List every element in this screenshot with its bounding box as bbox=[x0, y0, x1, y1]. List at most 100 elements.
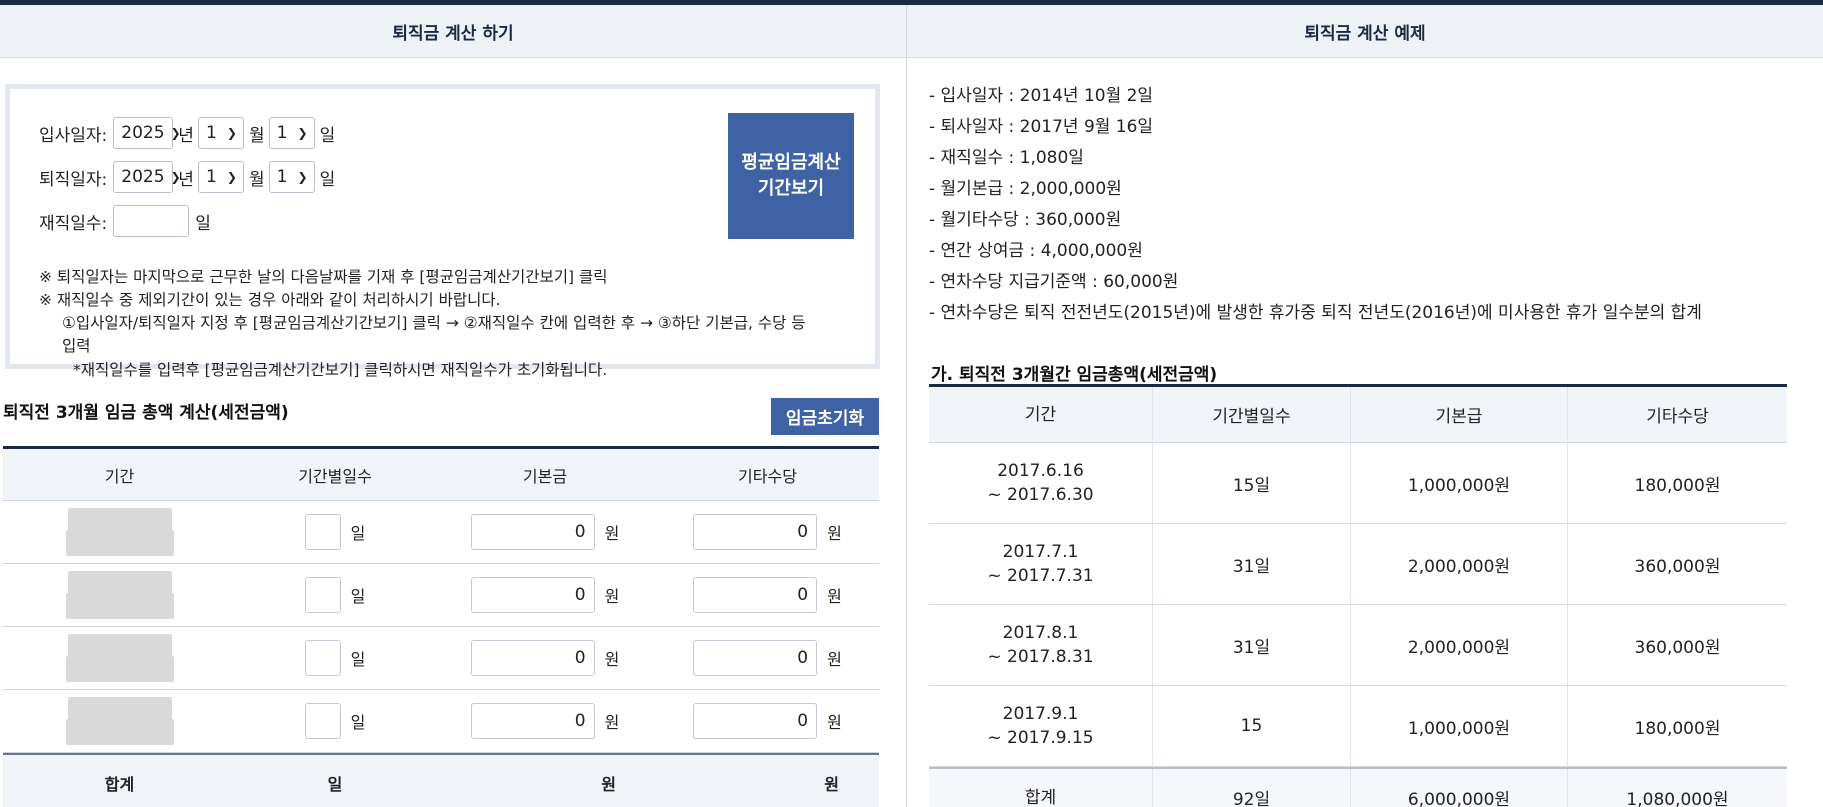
list-item: - 재직일수 : 1,080일 bbox=[929, 148, 1084, 168]
reset-note: *재직일수를 입력후 [평균임금계산기간보기] 클릭하시면 재직일수가 초기화됩… bbox=[73, 361, 608, 379]
basic-pay-input[interactable]: 0 bbox=[470, 703, 595, 739]
period-days-input[interactable] bbox=[304, 640, 341, 676]
column-header: 기간 bbox=[929, 387, 1153, 442]
period-placeholder bbox=[65, 506, 174, 558]
day-unit: 일 bbox=[319, 125, 336, 146]
column-header: 기타수당 bbox=[738, 466, 797, 486]
column-header: 기본급 bbox=[1351, 387, 1568, 442]
month-unit: 월 bbox=[248, 125, 265, 146]
period-cell: 2017.6.16 ~ 2017.6.30 bbox=[929, 443, 1153, 523]
period-placeholder bbox=[65, 695, 174, 747]
service-days-row: 재직일수: 일 bbox=[39, 205, 211, 237]
other-allowance-input[interactable]: 0 bbox=[693, 703, 818, 739]
service-days-input[interactable] bbox=[113, 205, 190, 237]
day-unit: 일 bbox=[319, 169, 336, 190]
list-item: - 퇴사일자 : 2017년 9월 16일 bbox=[929, 117, 1154, 137]
total-other: 1,080,000원 bbox=[1626, 790, 1729, 807]
join-date-row: 입사일자: 2025 ❯ 년 1 ❯ 월 1 ❯ 일 bbox=[39, 117, 339, 149]
period-cell: 2017.9.1 ~ 2017.9.15 bbox=[929, 686, 1153, 766]
total-basic: 6,000,000원 bbox=[1351, 769, 1568, 807]
example-panel-title: 퇴직금 계산 예제 bbox=[907, 5, 1823, 58]
table-row: 2017.7.1 ~ 2017.7.31 31일 2,000,000원 360,0… bbox=[929, 524, 1787, 605]
table-row: 일 0원 0원 bbox=[3, 690, 879, 753]
basic-pay-input[interactable]: 0 bbox=[470, 640, 595, 676]
list-item: - 연차수당은 퇴직 전전년도(2015년)에 발생한 휴가중 퇴직 전년도(2… bbox=[929, 303, 1702, 323]
chevron-down-icon: ❯ bbox=[297, 126, 308, 140]
table-row: 일 0원 0원 bbox=[3, 501, 879, 564]
period-days-input[interactable] bbox=[304, 577, 341, 613]
column-header: 기타수당 bbox=[1646, 407, 1709, 427]
leave-day-select[interactable]: 1 ❯ bbox=[268, 161, 315, 193]
wage-reset-button[interactable]: 임금초기화 bbox=[771, 398, 879, 435]
list-item: - 입사일자 : 2014년 10월 2일 bbox=[929, 86, 1154, 106]
year-unit: 년 bbox=[178, 125, 194, 146]
column-header: 기간 bbox=[104, 466, 135, 486]
leave-date-row: 퇴직일자: 2025 ❯ 년 1 ❯ 월 1 ❯ 일 bbox=[39, 161, 339, 193]
basic-cell: 2,000,000원 bbox=[1351, 605, 1568, 685]
note-line: ※ 퇴직일자는 마지막으로 근무한 날의 다음날짜를 기재 후 [평균임금계산기… bbox=[39, 268, 608, 286]
total-other: 원 bbox=[824, 774, 839, 794]
chevron-down-icon: ❯ bbox=[297, 170, 308, 184]
note-line: ※ 재직일수 중 제외기간이 있는 경우 아래와 같이 처리하시기 바랍니다. bbox=[39, 291, 501, 309]
leave-year-select[interactable]: 2025 ❯ bbox=[113, 161, 181, 193]
join-date-label: 입사일자: bbox=[39, 125, 108, 146]
join-year-select[interactable]: 2025 ❯ bbox=[113, 117, 181, 149]
period-days-input[interactable] bbox=[304, 703, 341, 739]
note-line: ①입사일자/퇴직일자 지정 후 [평균임금계산기간보기] 클릭 → ②재직일수 … bbox=[62, 314, 806, 332]
instructions: ※ 퇴직일자는 마지막으로 근무한 날의 다음날짜를 기재 후 [평균임금계산기… bbox=[39, 266, 806, 358]
period-cell: 2017.7.1 ~ 2017.7.31 bbox=[929, 524, 1153, 604]
example-list: - 입사일자 : 2014년 10월 2일 - 퇴사일자 : 2017년 9월 … bbox=[929, 81, 1702, 329]
column-header: 기간별일수 bbox=[1153, 387, 1351, 442]
other-allowance-input[interactable]: 0 bbox=[693, 577, 818, 613]
list-item: - 연간 상여금 : 4,000,000원 bbox=[929, 241, 1143, 261]
basic-cell: 1,000,000원 bbox=[1351, 686, 1568, 766]
wage-table-title: 퇴직전 3개월 임금 총액 계산(세전금액) bbox=[3, 403, 289, 423]
panel-divider bbox=[906, 5, 907, 807]
other-allowance-input[interactable]: 0 bbox=[693, 640, 818, 676]
table-row: 일 0원 0원 bbox=[3, 627, 879, 690]
leave-date-label: 퇴직일자: bbox=[39, 169, 108, 190]
avg-wage-period-button[interactable]: 평균임금계산 기간보기 bbox=[728, 113, 854, 239]
total-label: 합계 bbox=[929, 769, 1153, 807]
period-placeholder bbox=[65, 632, 174, 684]
days-cell: 15일 bbox=[1153, 443, 1351, 523]
example-table: 기간 기간별일수 기본급 기타수당 2017.6.16 ~ 2017.6.30 1… bbox=[929, 384, 1787, 807]
table-row: 일 0원 0원 bbox=[3, 564, 879, 627]
calc-panel-title: 퇴직금 계산 하기 bbox=[0, 5, 906, 58]
chevron-down-icon: ❯ bbox=[226, 126, 237, 140]
service-days-label: 재직일수: bbox=[39, 213, 108, 234]
example-table-title: 가. 퇴직전 3개월간 임금총액(세전금액) bbox=[931, 365, 1218, 385]
basic-cell: 2,000,000원 bbox=[1351, 524, 1568, 604]
period-days-input[interactable] bbox=[304, 514, 341, 550]
other-cell: 180,000원 bbox=[1634, 475, 1721, 496]
table-footer: 합계 일 원 원 bbox=[3, 753, 879, 807]
other-cell: 360,000원 bbox=[1634, 556, 1721, 577]
leave-month-select[interactable]: 1 ❯ bbox=[197, 161, 244, 193]
table-header: 기간 기간별일수 기본급 기타수당 bbox=[929, 387, 1787, 443]
table-footer: 합계 92일 6,000,000원 1,080,000원 bbox=[929, 767, 1787, 807]
period-cell: 2017.8.1 ~ 2017.8.31 bbox=[929, 605, 1153, 685]
table-row: 2017.8.1 ~ 2017.8.31 31일 2,000,000원 360,0… bbox=[929, 605, 1787, 686]
table-header: 기간 기간별일수 기본금 기타수당 bbox=[3, 449, 879, 501]
basic-pay-input[interactable]: 0 bbox=[470, 514, 595, 550]
other-allowance-input[interactable]: 0 bbox=[693, 514, 818, 550]
days-cell: 15 bbox=[1153, 686, 1351, 766]
date-input-box: 입사일자: 2025 ❯ 년 1 ❯ 월 1 ❯ 일 퇴직일자: 2025 ❯ 년 1 ❯… bbox=[5, 84, 880, 369]
other-cell: 360,000원 bbox=[1634, 637, 1721, 658]
join-month-select[interactable]: 1 ❯ bbox=[197, 117, 244, 149]
note-line: 입력 bbox=[62, 337, 91, 355]
total-days: 92일 bbox=[1153, 769, 1351, 807]
join-day-select[interactable]: 1 ❯ bbox=[268, 117, 315, 149]
wage-input-table: 기간 기간별일수 기본금 기타수당 일 0원 0원 일 0원 0원 일 0원 0… bbox=[3, 446, 879, 807]
total-label: 합계 bbox=[104, 774, 135, 794]
total-days: 일 bbox=[327, 774, 343, 794]
list-item: - 월기타수당 : 360,000원 bbox=[929, 210, 1122, 230]
basic-pay-input[interactable]: 0 bbox=[470, 577, 595, 613]
table-row: 2017.9.1 ~ 2017.9.15 15 1,000,000원 180,00… bbox=[929, 686, 1787, 767]
day-unit: 일 bbox=[195, 213, 211, 234]
list-item: - 월기본급 : 2,000,000원 bbox=[929, 179, 1122, 199]
other-cell: 180,000원 bbox=[1634, 718, 1721, 739]
month-unit: 월 bbox=[248, 169, 265, 190]
total-basic: 원 bbox=[601, 774, 616, 794]
column-header: 기간별일수 bbox=[298, 466, 372, 486]
